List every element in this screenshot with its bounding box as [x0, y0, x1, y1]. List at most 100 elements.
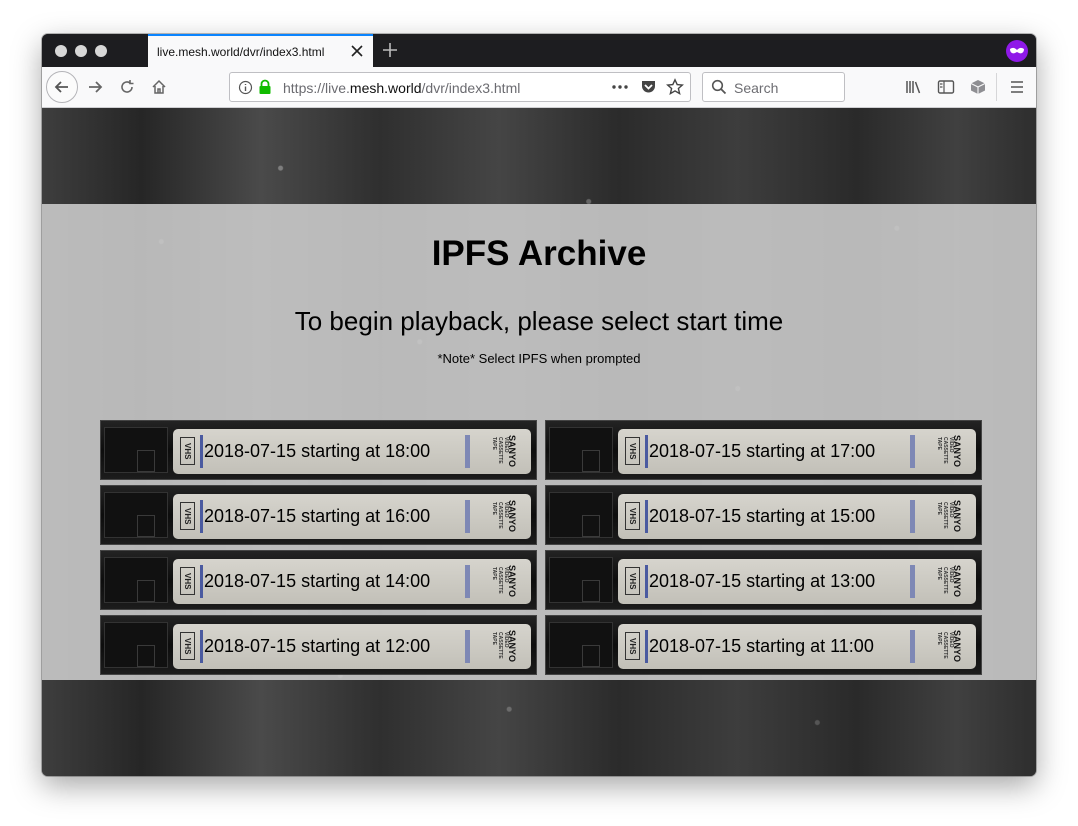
back-button[interactable]: [46, 71, 78, 103]
vhs-logo: VHS: [180, 567, 195, 595]
tape-label: VHS 2018-07-15 starting at 17:00 VIDEO CAS…: [618, 429, 976, 474]
tape-brand: SANYO: [507, 565, 517, 598]
tape-button[interactable]: VHS 2018-07-15 starting at 11:00 VIDEO CAS…: [545, 615, 982, 675]
address-bar[interactable]: https://live.mesh.world/dvr/index3.html: [229, 72, 691, 102]
hamburger-menu-icon[interactable]: [1003, 73, 1031, 101]
nav-toolbar: https://live.mesh.world/dvr/index3.html …: [42, 67, 1036, 108]
tab-strip: live.mesh.world/dvr/index3.html: [42, 34, 1036, 67]
page-title: IPFS Archive: [431, 234, 647, 273]
label-stripe: [645, 630, 648, 663]
url-path: /dvr/index3.html: [421, 80, 521, 96]
tab-active[interactable]: live.mesh.world/dvr/index3.html: [148, 34, 373, 67]
url-prefix: https://live.: [283, 80, 350, 96]
vhs-logo: VHS: [625, 567, 640, 595]
tape-cassette-body: [104, 427, 168, 473]
tape-label-text: 2018-07-15 starting at 17:00: [649, 441, 876, 461]
page-actions-icon[interactable]: [611, 79, 629, 100]
vhs-logo: VHS: [625, 632, 640, 660]
tape-brand: SANYO: [507, 435, 517, 468]
forward-button[interactable]: [81, 73, 109, 101]
tape-button[interactable]: VHS 2018-07-15 starting at 14:00 VIDEO CAS…: [100, 550, 537, 610]
minimize-window-button[interactable]: [75, 45, 87, 57]
vhs-logo: VHS: [180, 632, 195, 660]
search-placeholder: Search: [734, 80, 779, 96]
tape-button[interactable]: VHS 2018-07-15 starting at 15:00 VIDEO CAS…: [545, 485, 982, 545]
secure-lock-icon: [258, 79, 272, 100]
label-stripe-right: [465, 565, 470, 598]
toolbar-divider: [996, 73, 997, 101]
label-stripe-right: [910, 565, 915, 598]
vhs-logo: VHS: [625, 437, 640, 465]
private-browsing-icon: [1006, 40, 1028, 62]
vhs-logo: VHS: [625, 502, 640, 530]
tape-label-text: 2018-07-15 starting at 18:00: [204, 441, 431, 461]
label-stripe: [200, 500, 203, 533]
vhs-logo: VHS: [180, 437, 195, 465]
tape-brand: SANYO: [507, 500, 517, 533]
label-stripe: [200, 565, 203, 598]
vhs-logo: VHS: [180, 502, 195, 530]
tape-cassette-body: [549, 557, 613, 603]
label-stripe: [645, 435, 648, 468]
label-stripe: [200, 630, 203, 663]
page-subtitle: To begin playback, please select start t…: [294, 306, 784, 336]
bookmark-star-icon[interactable]: [666, 78, 684, 101]
home-button[interactable]: [145, 73, 173, 101]
tape-brand: SANYO: [952, 500, 962, 533]
tape-label-text: 2018-07-15 starting at 12:00: [204, 636, 431, 656]
tape-cassette-body: [549, 427, 613, 473]
label-stripe-right: [465, 500, 470, 533]
tape-label: VHS 2018-07-15 starting at 14:00 VIDEO CAS…: [173, 559, 531, 604]
reload-button[interactable]: [113, 73, 141, 101]
label-stripe-right: [910, 500, 915, 533]
label-stripe-right: [465, 630, 470, 663]
tape-label: VHS 2018-07-15 starting at 18:00 VIDEO CAS…: [173, 429, 531, 474]
search-icon: [711, 79, 727, 100]
url-text: https://live.mesh.world/dvr/index3.html: [283, 80, 520, 96]
tape-label: VHS 2018-07-15 starting at 15:00 VIDEO CAS…: [618, 494, 976, 539]
tape-label: VHS 2018-07-15 starting at 16:00 VIDEO CAS…: [173, 494, 531, 539]
tape-label: VHS 2018-07-15 starting at 11:00 VIDEO CAS…: [618, 624, 976, 669]
tape-label-text: 2018-07-15 starting at 13:00: [649, 571, 876, 591]
tape-button[interactable]: VHS 2018-07-15 starting at 18:00 VIDEO CAS…: [100, 420, 537, 480]
extension-cube-icon[interactable]: [964, 73, 992, 101]
tape-cassette-body: [549, 492, 613, 538]
page-note: *Note* Select IPFS when prompted: [437, 351, 641, 366]
label-stripe-right: [465, 435, 470, 468]
page-content: IPFS Archive To begin playback, please s…: [42, 108, 1036, 776]
tape-brand: SANYO: [952, 630, 962, 663]
tape-label-text: 2018-07-15 starting at 16:00: [204, 506, 431, 526]
tape-brand: SANYO: [507, 630, 517, 663]
label-stripe-right: [910, 435, 915, 468]
tape-brand: SANYO: [952, 435, 962, 468]
tape-label-text: 2018-07-15 starting at 14:00: [204, 571, 431, 591]
tape-button[interactable]: VHS 2018-07-15 starting at 13:00 VIDEO CAS…: [545, 550, 982, 610]
label-stripe: [645, 500, 648, 533]
label-stripe: [200, 435, 203, 468]
tape-label: VHS 2018-07-15 starting at 12:00 VIDEO CAS…: [173, 624, 531, 669]
tape-button[interactable]: VHS 2018-07-15 starting at 16:00 VIDEO CAS…: [100, 485, 537, 545]
tape-cassette-body: [104, 557, 168, 603]
pocket-icon[interactable]: [640, 79, 657, 100]
new-tab-icon[interactable]: [380, 40, 400, 60]
tape-button[interactable]: VHS 2018-07-15 starting at 12:00 VIDEO CAS…: [100, 615, 537, 675]
tape-grid: VHS 2018-07-15 starting at 18:00 VIDEO CAS…: [100, 420, 982, 675]
tape-label-text: 2018-07-15 starting at 15:00: [649, 506, 876, 526]
url-domain: mesh.world: [349, 80, 422, 96]
sidebar-toggle-icon[interactable]: [932, 73, 960, 101]
tape-cassette-body: [104, 622, 168, 668]
label-stripe-right: [910, 630, 915, 663]
close-window-button[interactable]: [55, 45, 67, 57]
search-input[interactable]: Search: [702, 72, 845, 102]
close-tab-icon[interactable]: [347, 41, 367, 61]
library-icon[interactable]: [900, 73, 928, 101]
info-icon[interactable]: [238, 80, 253, 100]
tape-label: VHS 2018-07-15 starting at 13:00 VIDEO CAS…: [618, 559, 976, 604]
tape-cassette-body: [104, 492, 168, 538]
label-stripe: [645, 565, 648, 598]
tape-cassette-body: [549, 622, 613, 668]
browser-window: live.mesh.world/dvr/index3.html https://…: [42, 34, 1036, 776]
zoom-window-button[interactable]: [95, 45, 107, 57]
tape-button[interactable]: VHS 2018-07-15 starting at 17:00 VIDEO CAS…: [545, 420, 982, 480]
tab-title: live.mesh.world/dvr/index3.html: [157, 45, 325, 59]
